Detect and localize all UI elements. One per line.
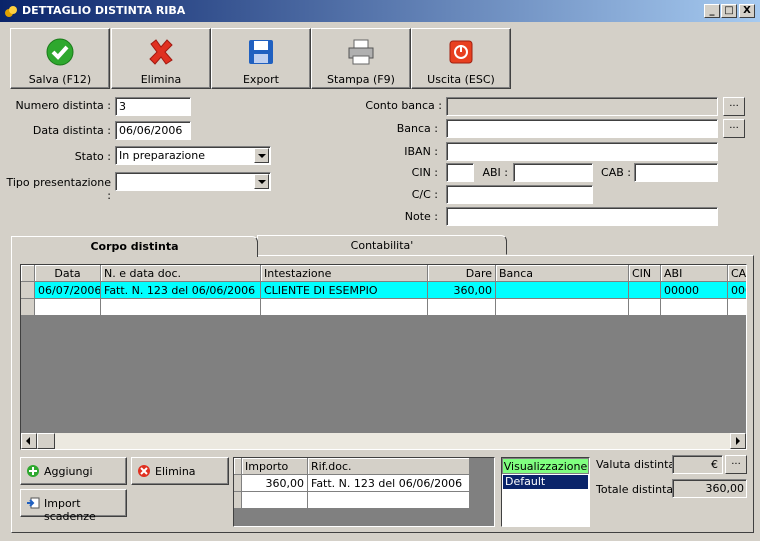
data-distinta-field[interactable]: 06/06/2006 xyxy=(115,121,191,140)
iban-label: IBAN : xyxy=(404,145,438,158)
iban-field[interactable] xyxy=(446,142,718,161)
banca-browse-button[interactable]: ... xyxy=(723,119,745,138)
chevron-down-icon[interactable] xyxy=(254,148,269,163)
save-label: Salva (F12) xyxy=(28,73,92,86)
banca-field[interactable] xyxy=(446,119,718,138)
title-bar: DETTAGLIO DISTINTA RIBA _ □ X xyxy=(0,0,760,22)
close-button[interactable]: X xyxy=(739,4,755,18)
horizontal-scrollbar[interactable] xyxy=(21,433,746,449)
col-intestazione[interactable]: Intestazione xyxy=(261,265,428,282)
cab-label: CAB : xyxy=(601,166,631,179)
totale-label: Totale distinta : xyxy=(596,483,681,496)
x-icon xyxy=(149,39,173,65)
col-abi[interactable]: ABI xyxy=(661,265,728,282)
delete-label: Elimina xyxy=(140,73,182,86)
export-button[interactable]: Export xyxy=(211,28,311,89)
col-data[interactable]: Data xyxy=(35,265,101,282)
valuta-browse-button[interactable]: ... xyxy=(725,455,747,474)
import-scadenze-button[interactable]: Import scadenze xyxy=(20,489,127,523)
scroll-right-icon[interactable] xyxy=(730,433,746,449)
visualizzazione-list[interactable]: Visualizzazione Default xyxy=(501,457,590,527)
exit-button[interactable]: Uscita (ESC) xyxy=(411,28,511,89)
col-rifdoc[interactable]: Rif.doc. xyxy=(308,458,470,475)
conto-label: Conto banca : xyxy=(365,99,442,112)
banca-label: Banca : xyxy=(396,122,438,135)
cin-field[interactable] xyxy=(446,163,474,182)
valuta-label: Valuta distinta : xyxy=(596,458,683,471)
col-banca[interactable]: Banca xyxy=(496,265,629,282)
delete-button[interactable]: Elimina xyxy=(111,28,211,89)
col-cin[interactable]: CIN xyxy=(629,265,661,282)
col-importo[interactable]: Importo xyxy=(242,458,308,475)
chevron-down-icon[interactable] xyxy=(254,174,269,189)
x-circle-icon xyxy=(138,465,150,477)
cin-label: CIN : xyxy=(411,166,438,179)
stato-label: Stato : xyxy=(74,150,111,163)
exit-label: Uscita (ESC) xyxy=(427,73,495,86)
print-button[interactable]: Stampa (F9) xyxy=(311,28,411,89)
stato-value: In preparazione xyxy=(119,149,206,162)
plus-icon xyxy=(27,465,39,477)
add-button[interactable]: Aggiungi xyxy=(20,457,127,485)
import-icon xyxy=(27,497,40,509)
distinta-grid[interactable]: Data N. e data doc. Intestazione Dare Ba… xyxy=(20,264,747,450)
scroll-thumb[interactable] xyxy=(37,433,55,449)
print-label: Stampa (F9) xyxy=(327,73,395,86)
export-label: Export xyxy=(242,73,279,86)
window-title: DETTAGLIO DISTINTA RIBA xyxy=(22,4,186,17)
col-dare[interactable]: Dare xyxy=(428,265,496,282)
numero-distinta-field[interactable]: 3 xyxy=(115,97,191,116)
floppy-disk-icon xyxy=(249,40,273,64)
conto-browse-button[interactable]: ... xyxy=(723,97,745,116)
check-icon xyxy=(46,38,74,66)
tipo-label: Tipo presentazione : xyxy=(6,176,112,202)
minimize-button[interactable]: _ xyxy=(704,4,720,18)
note-label: Note : xyxy=(404,210,438,223)
cab-field[interactable] xyxy=(634,163,718,182)
tipo-presentazione-select[interactable] xyxy=(115,172,271,191)
printer-icon xyxy=(348,39,374,65)
data-label: Data distinta : xyxy=(32,124,111,137)
power-icon xyxy=(449,40,473,64)
save-button[interactable]: Salva (F12) xyxy=(10,28,110,89)
scroll-left-icon[interactable] xyxy=(21,433,37,449)
conto-banca-field[interactable] xyxy=(446,97,718,116)
totale-field: 360,00 xyxy=(672,479,747,498)
cc-label: C/C : xyxy=(411,188,438,201)
tab-corpo-distinta[interactable]: Corpo distinta xyxy=(11,236,258,257)
abi-label: ABI : xyxy=(482,166,508,179)
list-item[interactable]: Default xyxy=(503,475,588,489)
maximize-button[interactable]: □ xyxy=(721,4,737,18)
importi-grid[interactable]: Importo Rif.doc. 360,00 Fatt. N. 123 del… xyxy=(233,457,495,527)
remove-button[interactable]: Elimina xyxy=(131,457,229,485)
valuta-field[interactable]: € xyxy=(672,455,723,474)
col-cab[interactable]: CA xyxy=(728,265,746,282)
cc-field[interactable] xyxy=(446,185,593,204)
app-icon xyxy=(5,6,17,17)
abi-field[interactable] xyxy=(513,163,593,182)
tab-contabilita[interactable]: Contabilita' xyxy=(257,235,507,255)
numero-label: Numero distinta : xyxy=(15,99,111,112)
stato-select[interactable]: In preparazione xyxy=(115,146,271,165)
note-field[interactable] xyxy=(446,207,718,226)
visualizzazione-header: Visualizzazione xyxy=(502,458,589,474)
col-ndoc[interactable]: N. e data doc. xyxy=(101,265,261,282)
